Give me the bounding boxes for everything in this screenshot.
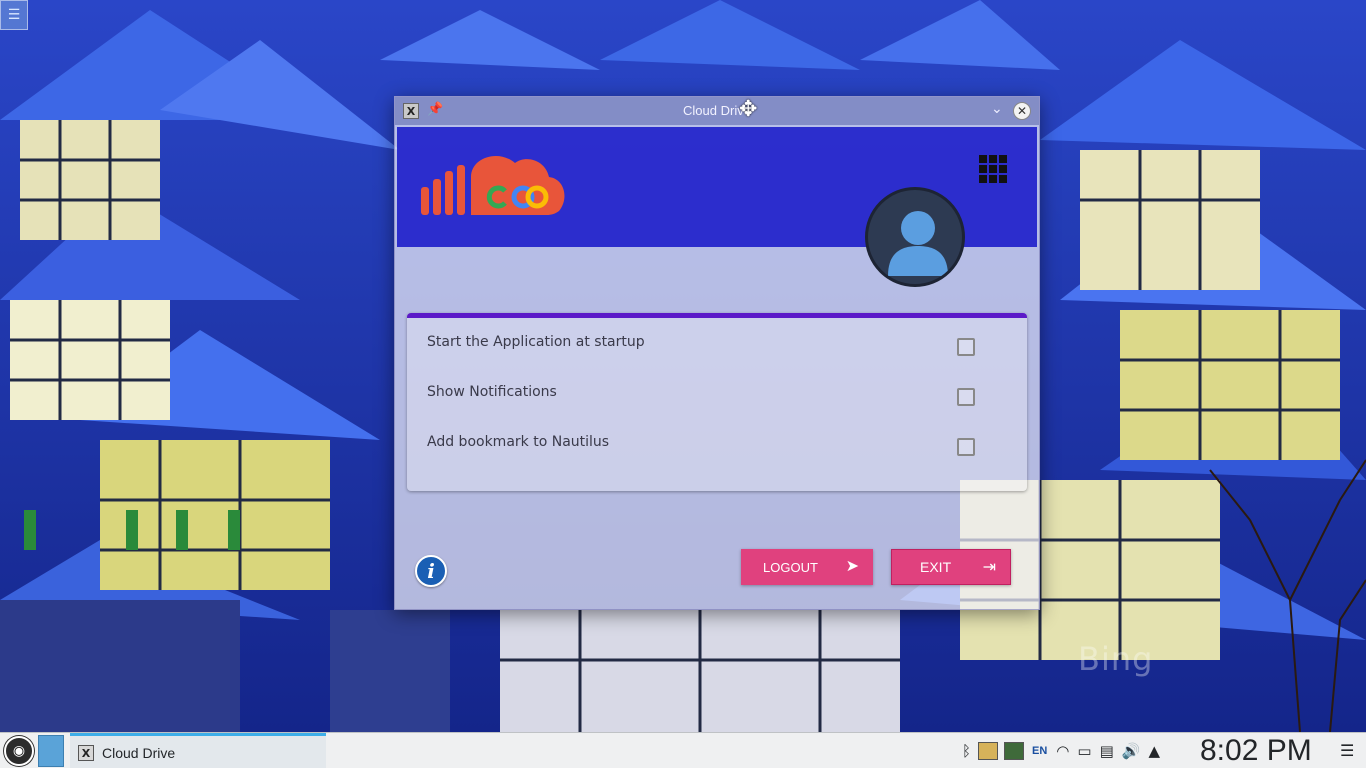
system-tray: ᛒ EN ◠ ▭ ▤ 🔊 ▲ bbox=[958, 733, 1164, 768]
app-x-icon: X bbox=[78, 745, 94, 761]
pager-icon[interactable] bbox=[38, 735, 64, 767]
info-button[interactable]: i bbox=[415, 555, 447, 587]
cloud-drive-logo bbox=[421, 155, 565, 215]
hamburger-menu-icon[interactable]: ☰ bbox=[1340, 741, 1354, 760]
info-icon: i bbox=[427, 559, 435, 583]
notifications-checkbox[interactable] bbox=[957, 388, 975, 406]
cloud-drive-window: X 📌 Cloud Drive ✥ ⌄ ✕ Start the Applicat… bbox=[394, 96, 1040, 610]
exit-label: EXIT bbox=[920, 559, 952, 575]
bing-watermark: Bing bbox=[1078, 640, 1154, 678]
exit-button[interactable]: EXIT ⇥ bbox=[891, 549, 1011, 585]
setting-label-notifications: Show Notifications bbox=[427, 384, 557, 400]
desktop-toolbox-icon[interactable]: ☰ bbox=[0, 0, 28, 30]
taskbar-item-label: Cloud Drive bbox=[102, 745, 176, 761]
clipboard-icon[interactable] bbox=[978, 742, 999, 760]
logout-button[interactable]: LOGOUT ➤ bbox=[741, 549, 873, 585]
minimize-chevron-icon[interactable]: ⌄ bbox=[991, 101, 1003, 117]
wifi-icon[interactable]: ◠ bbox=[1056, 742, 1069, 760]
logout-label: LOGOUT bbox=[763, 559, 818, 575]
user-icon bbox=[888, 211, 948, 276]
setting-row-startup[interactable]: Start the Application at startup bbox=[427, 326, 1007, 366]
user-avatar[interactable] bbox=[865, 187, 965, 287]
settings-card: Start the Application at startup Show No… bbox=[407, 313, 1027, 491]
send-arrow-icon: ➤ bbox=[845, 558, 859, 575]
taskbar: ◉ X Cloud Drive ᛒ EN ◠ ▭ ▤ 🔊 ▲ 8:02 PM ☰ bbox=[0, 732, 1366, 768]
window-title: Cloud Drive bbox=[683, 103, 751, 118]
move-cursor-icon: ✥ bbox=[739, 97, 758, 122]
nautilus-checkbox[interactable] bbox=[957, 438, 975, 456]
clock[interactable]: 8:02 PM bbox=[1200, 733, 1312, 768]
window-titlebar[interactable]: X 📌 Cloud Drive ✥ ⌄ ✕ bbox=[395, 97, 1039, 125]
apps-grid-icon[interactable] bbox=[979, 155, 1007, 183]
keyboard-language[interactable]: EN bbox=[1032, 745, 1047, 757]
startup-checkbox[interactable] bbox=[957, 338, 975, 356]
taskbar-item-cloud-drive[interactable]: X Cloud Drive bbox=[70, 733, 326, 768]
setting-row-notifications[interactable]: Show Notifications bbox=[427, 376, 1007, 416]
notes-icon[interactable]: ▤ bbox=[1100, 742, 1114, 760]
setting-row-nautilus[interactable]: Add bookmark to Nautilus bbox=[427, 426, 1007, 466]
bluetooth-icon[interactable]: ᛒ bbox=[962, 742, 971, 760]
exit-door-icon: ⇥ bbox=[982, 559, 996, 576]
setting-label-startup: Start the Application at startup bbox=[427, 334, 645, 350]
expand-tray-icon[interactable]: ▲ bbox=[1148, 742, 1160, 760]
setting-label-nautilus: Add bookmark to Nautilus bbox=[427, 434, 610, 450]
volume-icon[interactable]: 🔊 bbox=[1122, 742, 1141, 760]
start-menu-icon[interactable]: ◉ bbox=[4, 736, 34, 766]
battery-icon[interactable]: ▭ bbox=[1077, 742, 1091, 760]
close-button[interactable]: ✕ bbox=[1013, 102, 1031, 120]
monitor-icon[interactable] bbox=[1004, 742, 1025, 760]
